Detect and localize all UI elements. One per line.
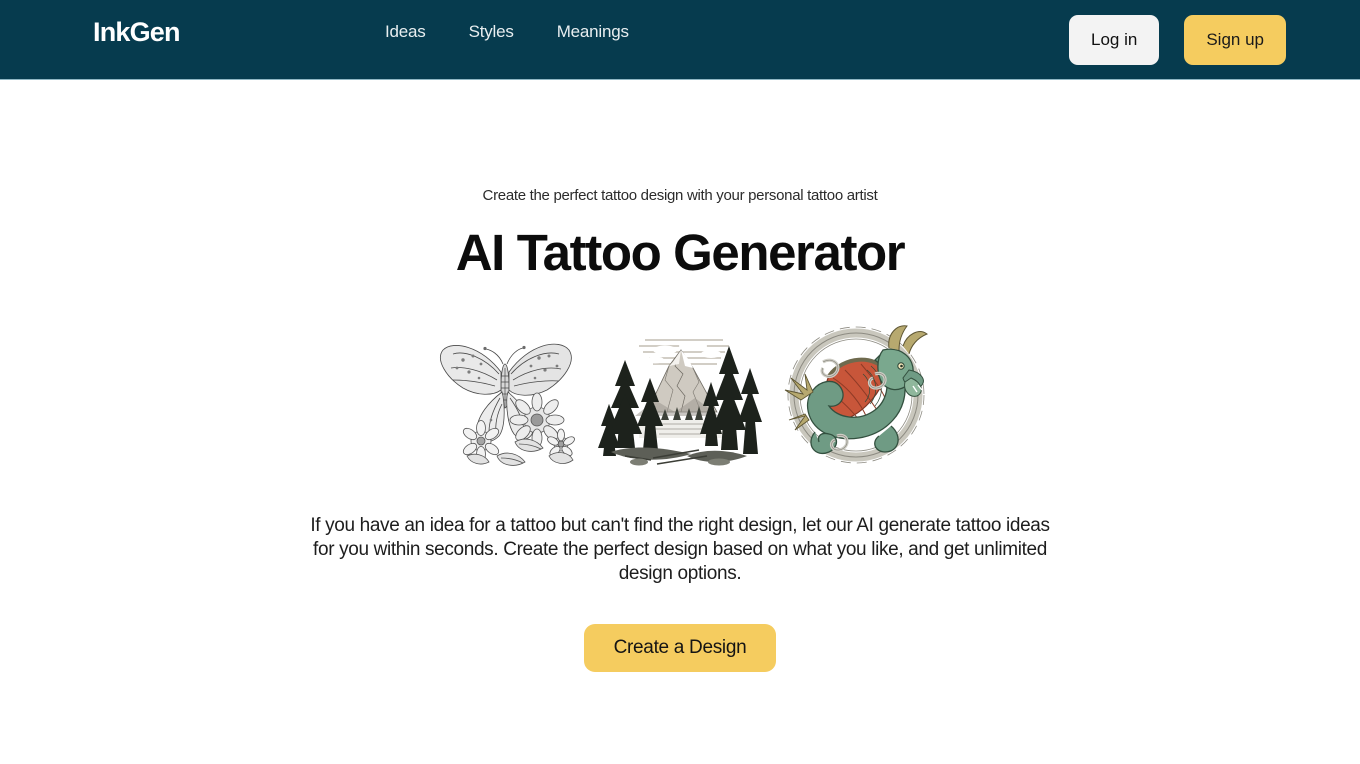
nav-item-ideas[interactable]: Ideas xyxy=(385,20,426,44)
butterfly-flowers-tattoo-icon xyxy=(419,316,589,474)
site-header: InkGen Ideas Styles Meanings Log in Sign… xyxy=(0,0,1360,80)
login-button[interactable]: Log in xyxy=(1069,15,1160,65)
hero-tagline: Create the perfect tattoo design with yo… xyxy=(482,187,878,204)
hero-section: Create the perfect tattoo design with yo… xyxy=(0,80,1360,672)
dragon-circle-tattoo-icon xyxy=(771,316,941,474)
mountain-forest-tattoo-icon xyxy=(595,316,765,474)
signup-button[interactable]: Sign up xyxy=(1184,15,1286,65)
hero-description: If you have an idea for a tattoo but can… xyxy=(310,515,1050,584)
page-title: AI Tattoo Generator xyxy=(455,224,906,281)
gallery-item-dragon[interactable] xyxy=(771,316,941,474)
cta-container: Create a Design xyxy=(0,624,1360,672)
gallery-item-mountain[interactable] xyxy=(595,316,765,474)
nav-item-styles[interactable]: Styles xyxy=(469,20,514,44)
brand-logo[interactable]: InkGen xyxy=(93,16,181,48)
create-design-button[interactable]: Create a Design xyxy=(583,624,777,672)
tattoo-gallery xyxy=(0,316,1360,474)
nav-item-meanings[interactable]: Meanings xyxy=(557,20,629,44)
auth-actions: Log in Sign up xyxy=(1069,15,1286,65)
main-navigation: Ideas Styles Meanings xyxy=(385,20,629,44)
gallery-item-butterfly[interactable] xyxy=(419,316,589,474)
